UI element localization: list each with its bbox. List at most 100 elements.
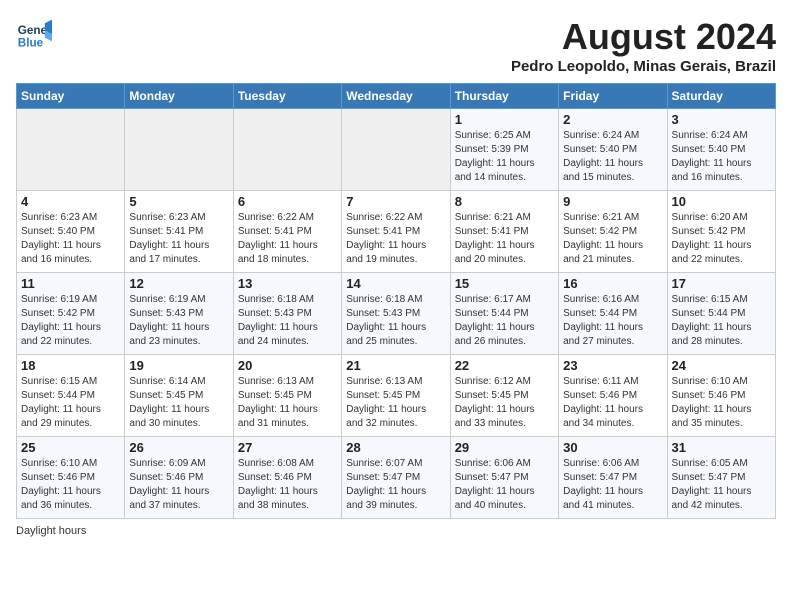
day-cell: 1 Sunrise: 6:25 AMSunset: 5:39 PMDaylight… xyxy=(450,109,558,191)
title-block: August 2024 Pedro Leopoldo, Minas Gerais… xyxy=(511,16,776,75)
logo-icon: General Blue xyxy=(16,16,52,52)
day-number: 30 xyxy=(563,440,662,455)
col-header-tuesday: Tuesday xyxy=(233,84,341,109)
day-cell: 22 Sunrise: 6:12 AMSunset: 5:45 PMDayligh… xyxy=(450,355,558,437)
day-number: 24 xyxy=(672,358,771,373)
col-header-friday: Friday xyxy=(559,84,667,109)
day-cell xyxy=(342,109,450,191)
week-row-5: 25 Sunrise: 6:10 AMSunset: 5:46 PMDayligh… xyxy=(17,437,776,519)
day-info: Sunrise: 6:23 AMSunset: 5:41 PMDaylight:… xyxy=(129,211,228,267)
day-info: Sunrise: 6:08 AMSunset: 5:46 PMDaylight:… xyxy=(238,457,337,513)
day-cell: 23 Sunrise: 6:11 AMSunset: 5:46 PMDayligh… xyxy=(559,355,667,437)
day-info: Sunrise: 6:15 AMSunset: 5:44 PMDaylight:… xyxy=(672,293,771,349)
day-number: 1 xyxy=(455,112,554,127)
day-info: Sunrise: 6:17 AMSunset: 5:44 PMDaylight:… xyxy=(455,293,554,349)
day-info: Sunrise: 6:09 AMSunset: 5:46 PMDaylight:… xyxy=(129,457,228,513)
day-cell: 28Sunrise: 6:07 AMSunset: 5:47 PMDayligh… xyxy=(342,437,450,519)
day-cell: 29 Sunrise: 6:06 AMSunset: 5:47 PMDayligh… xyxy=(450,437,558,519)
footer-note: Daylight hours xyxy=(16,525,776,537)
day-info: Sunrise: 6:25 AMSunset: 5:39 PMDaylight:… xyxy=(455,129,554,185)
day-cell: 8 Sunrise: 6:21 AMSunset: 5:41 PMDaylight… xyxy=(450,191,558,273)
day-info: Sunrise: 6:20 AMSunset: 5:42 PMDaylight:… xyxy=(672,211,771,267)
day-cell: 11 Sunrise: 6:19 AMSunset: 5:42 PMDayligh… xyxy=(17,273,125,355)
day-info: Sunrise: 6:10 AMSunset: 5:46 PMDaylight:… xyxy=(672,375,771,431)
day-number: 13 xyxy=(238,276,337,291)
day-cell: 21 Sunrise: 6:13 AMSunset: 5:45 PMDayligh… xyxy=(342,355,450,437)
day-number: 16 xyxy=(563,276,662,291)
day-cell: 16Sunrise: 6:16 AMSunset: 5:44 PMDayligh… xyxy=(559,273,667,355)
day-number: 26 xyxy=(129,440,228,455)
day-cell: 3 Sunrise: 6:24 AMSunset: 5:40 PMDaylight… xyxy=(667,109,775,191)
day-cell: 4 Sunrise: 6:23 AMSunset: 5:40 PMDaylight… xyxy=(17,191,125,273)
day-info: Sunrise: 6:19 AMSunset: 5:43 PMDaylight:… xyxy=(129,293,228,349)
day-number: 31 xyxy=(672,440,771,455)
day-number: 25 xyxy=(21,440,120,455)
day-cell: 20 Sunrise: 6:13 AMSunset: 5:45 PMDayligh… xyxy=(233,355,341,437)
day-info: Sunrise: 6:14 AMSunset: 5:45 PMDaylight:… xyxy=(129,375,228,431)
day-number: 6 xyxy=(238,194,337,209)
col-header-monday: Monday xyxy=(125,84,233,109)
location: Pedro Leopoldo, Minas Gerais, Brazil xyxy=(511,58,776,75)
day-cell: 18Sunrise: 6:15 AMSunset: 5:44 PMDayligh… xyxy=(17,355,125,437)
week-row-1: 1 Sunrise: 6:25 AMSunset: 5:39 PMDaylight… xyxy=(17,109,776,191)
day-cell: 6 Sunrise: 6:22 AMSunset: 5:41 PMDaylight… xyxy=(233,191,341,273)
day-info: Sunrise: 6:18 AMSunset: 5:43 PMDaylight:… xyxy=(346,293,445,349)
day-number: 11 xyxy=(21,276,120,291)
calendar-table: SundayMondayTuesdayWednesdayThursdayFrid… xyxy=(16,83,776,519)
day-number: 19 xyxy=(129,358,228,373)
day-number: 21 xyxy=(346,358,445,373)
day-info: Sunrise: 6:24 AMSunset: 5:40 PMDaylight:… xyxy=(672,129,771,185)
day-info: Sunrise: 6:05 AMSunset: 5:47 PMDaylight:… xyxy=(672,457,771,513)
day-cell: 31 Sunrise: 6:05 AMSunset: 5:47 PMDayligh… xyxy=(667,437,775,519)
day-cell: 13Sunrise: 6:18 AMSunset: 5:43 PMDayligh… xyxy=(233,273,341,355)
day-cell: 14 Sunrise: 6:18 AMSunset: 5:43 PMDayligh… xyxy=(342,273,450,355)
day-info: Sunrise: 6:21 AMSunset: 5:41 PMDaylight:… xyxy=(455,211,554,267)
day-cell xyxy=(125,109,233,191)
day-cell: 24 Sunrise: 6:10 AMSunset: 5:46 PMDayligh… xyxy=(667,355,775,437)
col-header-wednesday: Wednesday xyxy=(342,84,450,109)
day-number: 8 xyxy=(455,194,554,209)
header: General Blue August 2024 Pedro Leopoldo,… xyxy=(16,16,776,75)
day-info: Sunrise: 6:11 AMSunset: 5:46 PMDaylight:… xyxy=(563,375,662,431)
day-cell: 10Sunrise: 6:20 AMSunset: 5:42 PMDayligh… xyxy=(667,191,775,273)
day-number: 9 xyxy=(563,194,662,209)
day-info: Sunrise: 6:22 AMSunset: 5:41 PMDaylight:… xyxy=(238,211,337,267)
day-info: Sunrise: 6:24 AMSunset: 5:40 PMDaylight:… xyxy=(563,129,662,185)
day-number: 22 xyxy=(455,358,554,373)
day-info: Sunrise: 6:12 AMSunset: 5:45 PMDaylight:… xyxy=(455,375,554,431)
day-number: 20 xyxy=(238,358,337,373)
day-info: Sunrise: 6:10 AMSunset: 5:46 PMDaylight:… xyxy=(21,457,120,513)
day-info: Sunrise: 6:06 AMSunset: 5:47 PMDaylight:… xyxy=(455,457,554,513)
day-number: 29 xyxy=(455,440,554,455)
col-header-sunday: Sunday xyxy=(17,84,125,109)
day-number: 4 xyxy=(21,194,120,209)
day-info: Sunrise: 6:13 AMSunset: 5:45 PMDaylight:… xyxy=(238,375,337,431)
svg-text:Blue: Blue xyxy=(18,37,44,50)
day-cell: 5 Sunrise: 6:23 AMSunset: 5:41 PMDaylight… xyxy=(125,191,233,273)
day-number: 3 xyxy=(672,112,771,127)
day-number: 7 xyxy=(346,194,445,209)
day-number: 5 xyxy=(129,194,228,209)
header-row: SundayMondayTuesdayWednesdayThursdayFrid… xyxy=(17,84,776,109)
day-number: 14 xyxy=(346,276,445,291)
day-info: Sunrise: 6:23 AMSunset: 5:40 PMDaylight:… xyxy=(21,211,120,267)
day-number: 27 xyxy=(238,440,337,455)
day-info: Sunrise: 6:13 AMSunset: 5:45 PMDaylight:… xyxy=(346,375,445,431)
day-info: Sunrise: 6:19 AMSunset: 5:42 PMDaylight:… xyxy=(21,293,120,349)
day-number: 23 xyxy=(563,358,662,373)
day-cell: 19 Sunrise: 6:14 AMSunset: 5:45 PMDayligh… xyxy=(125,355,233,437)
day-number: 2 xyxy=(563,112,662,127)
day-cell: 12Sunrise: 6:19 AMSunset: 5:43 PMDayligh… xyxy=(125,273,233,355)
day-info: Sunrise: 6:15 AMSunset: 5:44 PMDaylight:… xyxy=(21,375,120,431)
day-cell xyxy=(233,109,341,191)
month-year: August 2024 xyxy=(511,16,776,58)
day-cell: 15Sunrise: 6:17 AMSunset: 5:44 PMDayligh… xyxy=(450,273,558,355)
day-cell: 9Sunrise: 6:21 AMSunset: 5:42 PMDaylight… xyxy=(559,191,667,273)
day-cell: 7Sunrise: 6:22 AMSunset: 5:41 PMDaylight… xyxy=(342,191,450,273)
day-cell: 17 Sunrise: 6:15 AMSunset: 5:44 PMDayligh… xyxy=(667,273,775,355)
day-cell: 26 Sunrise: 6:09 AMSunset: 5:46 PMDayligh… xyxy=(125,437,233,519)
day-info: Sunrise: 6:06 AMSunset: 5:47 PMDaylight:… xyxy=(563,457,662,513)
day-cell: 30 Sunrise: 6:06 AMSunset: 5:47 PMDayligh… xyxy=(559,437,667,519)
day-number: 17 xyxy=(672,276,771,291)
day-info: Sunrise: 6:07 AMSunset: 5:47 PMDaylight:… xyxy=(346,457,445,513)
